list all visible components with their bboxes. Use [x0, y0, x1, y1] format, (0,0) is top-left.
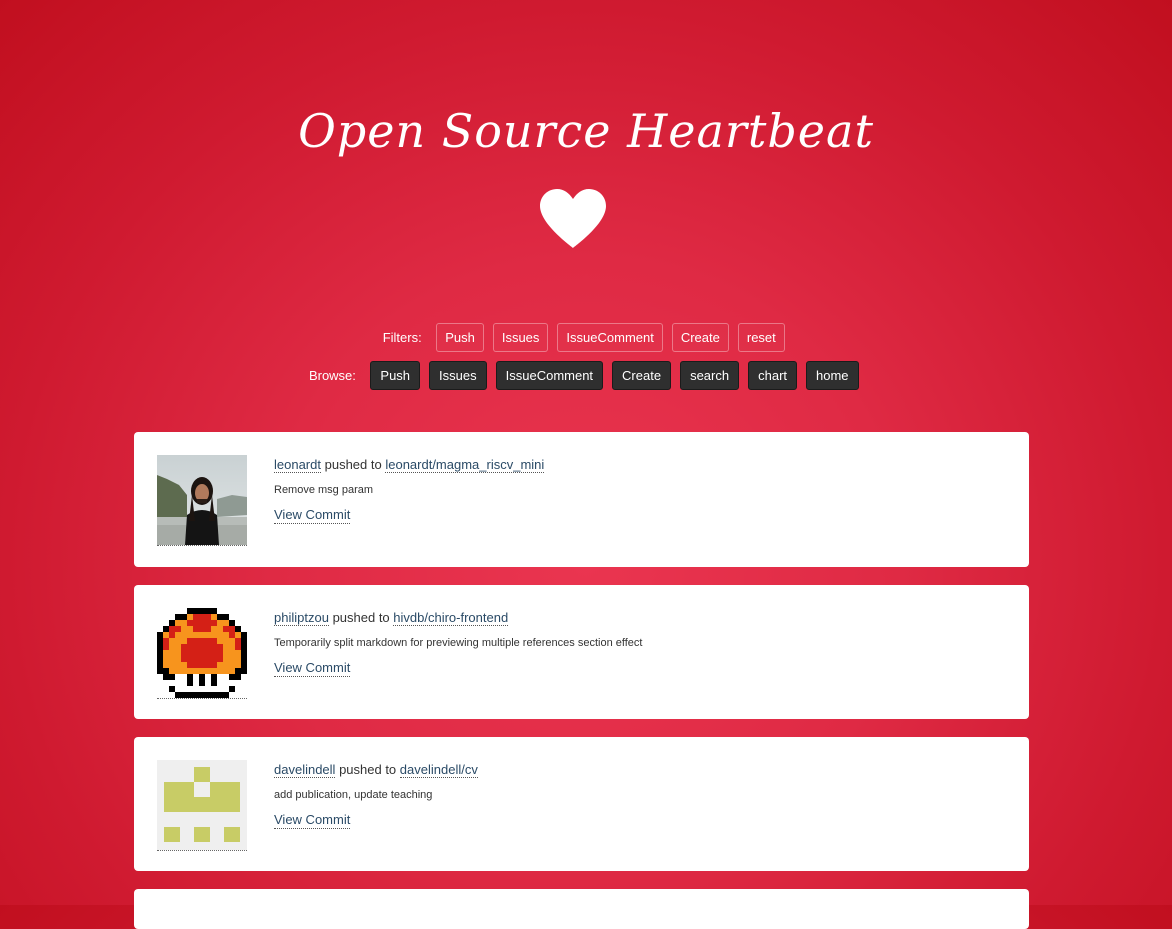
event-repo-link[interactable]: davelindell/cv: [399, 762, 478, 778]
event-action: pushed to: [339, 762, 397, 777]
event-repo-link[interactable]: hivdb/chiro-frontend: [393, 610, 509, 626]
filters-label: Filters:: [382, 330, 422, 345]
filter-create-button[interactable]: Create: [671, 323, 729, 352]
browse-label: Browse:: [308, 368, 356, 383]
pixel-mushroom-avatar[interactable]: [157, 608, 247, 699]
filter-issues-button[interactable]: Issues: [492, 323, 549, 352]
identicon-avatar[interactable]: [157, 760, 247, 851]
filters-bar: Filters: Push Issues IssueComment Create…: [0, 323, 1172, 352]
filter-push-button[interactable]: Push: [436, 323, 484, 352]
event-card: davelindell pushed to davelindell/cv add…: [134, 737, 1029, 871]
view-commit-link[interactable]: View Commit: [274, 812, 351, 829]
event-user-link[interactable]: davelindell: [274, 762, 336, 778]
event-user-link[interactable]: leonardt: [274, 457, 321, 473]
event-card: philiptzou pushed to hivdb/chiro-fronten…: [134, 585, 1029, 719]
filter-issuecomment-button[interactable]: IssueComment: [557, 323, 663, 352]
browse-issuecomment-button[interactable]: IssueComment: [495, 361, 604, 390]
event-repo-link[interactable]: leonardt/magma_riscv_mini: [385, 457, 545, 473]
browse-create-button[interactable]: Create: [612, 361, 672, 390]
commit-message: Remove msg param: [274, 484, 374, 496]
view-commit-link[interactable]: View Commit: [274, 660, 351, 677]
browse-issues-button[interactable]: Issues: [429, 361, 487, 390]
heart-icon: [540, 189, 606, 248]
view-commit-link[interactable]: View Commit: [274, 507, 351, 524]
browse-search-button[interactable]: search: [680, 361, 740, 390]
event-card-partial: [134, 889, 1029, 929]
page-title: Open Source Heartbeat: [298, 104, 874, 158]
page-header: Open Source Heartbeat: [0, 0, 1172, 300]
filter-reset-button[interactable]: reset: [737, 323, 785, 352]
browse-chart-button[interactable]: chart: [748, 361, 798, 390]
event-user-link[interactable]: philiptzou: [274, 610, 329, 626]
event-card: leonardt pushed to leonardt/magma_riscv_…: [134, 432, 1029, 567]
photo-avatar[interactable]: [157, 455, 247, 546]
browse-bar: Browse: Push Issues IssueComment Create …: [0, 361, 1172, 390]
commit-message: add publication, update teaching: [274, 789, 433, 801]
commit-message: Temporarily split markdown for previewin…: [274, 637, 643, 649]
event-action: pushed to: [332, 610, 390, 625]
event-action: pushed to: [324, 457, 382, 472]
browse-push-button[interactable]: Push: [370, 361, 421, 390]
browse-home-button[interactable]: home: [806, 361, 859, 390]
